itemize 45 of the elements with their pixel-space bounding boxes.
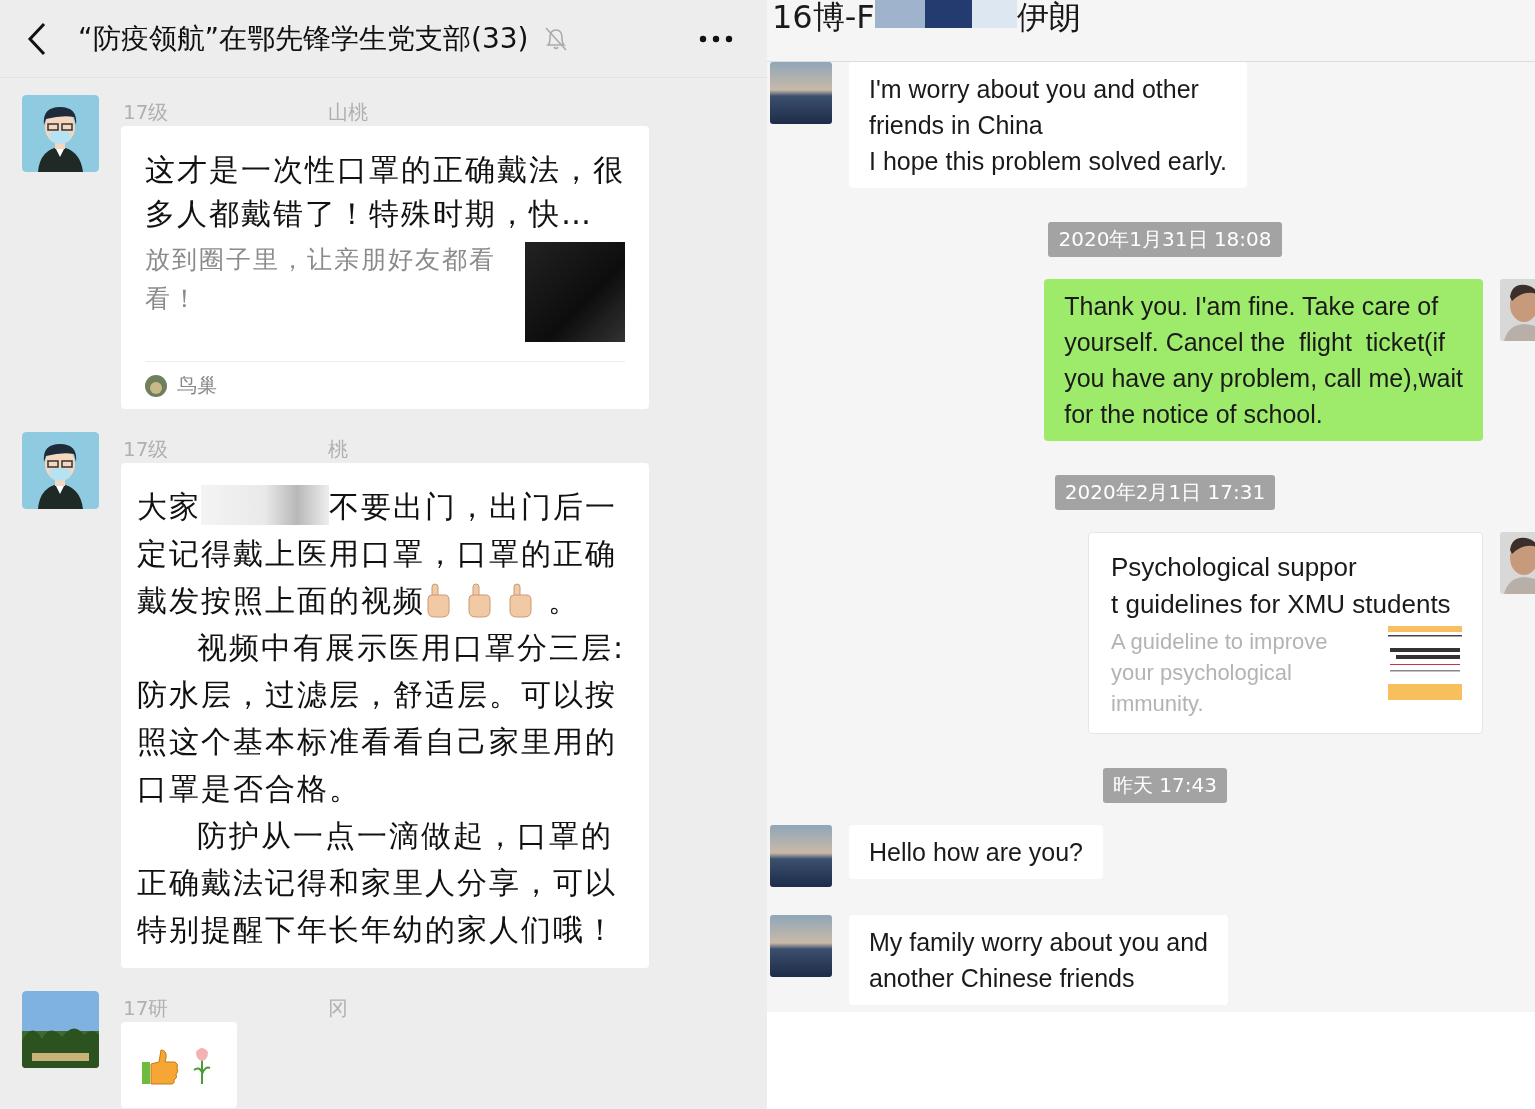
message-bubble: I'm worry about you and other friends in China I hope this problem solved early. [849,62,1248,188]
more-icon [699,34,733,43]
pointing-up-hand-icon [425,583,452,619]
message-bubble: Thank you. I'am fine. Take care of yourself. Cancel the flight ticket(if you have any problem, call me),wait for the notice of school. [1044,279,1483,441]
source-logo-icon [145,374,167,397]
avatar[interactable] [22,432,99,509]
message-text: 视频中有展示医用口罩分三层:防水层，过滤层，舒适层。可以按照这个基本标准看看自己家里用的口罩是否合格。 [137,629,627,808]
message-text: 。 [548,582,580,620]
link-card[interactable]: Psychological suppor t guidelines for XMU students A guideline to improve your psychological immunity. [1088,532,1483,734]
sender-name: 冈 [328,995,349,1022]
chat-title: “防疫领航”在鄂先锋学生党支部(33) [78,20,529,57]
message-text: 大家 [137,488,201,526]
card-title: 这才是一次性口罩的正确戴法，很多人都戴错了！特殊时期，快… [145,151,626,233]
message-bubble: Hello how are you? [849,825,1103,879]
message-text: 定记得戴上医用口罩，口罩的正确 [137,535,617,573]
avatar[interactable] [22,95,99,172]
timestamp: 2020年1月31日 18:08 [1048,222,1282,257]
sender-name: 17级 [123,99,169,126]
chat-title: 伊朗 [1016,0,1081,34]
message-text: 防护从一点一滴做起，口罩的正确戴法记得和家里人分享，可以特别提醒下年长年幼的家人们哦！ [137,817,618,949]
message-text: 戴发按照上面的视频 [137,582,425,620]
message-text: 不要出门，出门后一 [329,488,617,526]
sender-name: 17级 [123,436,169,463]
avatar-photo[interactable] [770,62,832,124]
more-button[interactable] [699,34,733,43]
timestamp: 2020年2月1日 17:31 [1054,475,1276,510]
card-description: 放到圈子里，让亲朋好友都看看！ [145,244,497,315]
sender-name: 桃 [328,436,349,463]
avatar-photo[interactable] [22,991,99,1068]
timestamp: 昨天 17:43 [1103,768,1227,803]
rose-icon [191,1046,213,1086]
source-name: 鸟巢 [177,372,217,399]
chat-title: 16博-F [772,0,875,34]
avatar-photo[interactable] [770,915,832,977]
sender-name: 17研 [123,995,169,1022]
card-description: A guideline to improve your psychological immunity. [1111,628,1328,718]
back-button[interactable] [26,20,48,57]
pointing-up-hand-icon [507,583,534,619]
thumbs-up-icon [141,1048,179,1086]
avatar-photo[interactable] [770,825,832,887]
message-bubble: My family worry about you and another Chinese friends [849,915,1229,1005]
link-card[interactable]: 这才是一次性口罩的正确戴法，很多人都戴错了！特殊时期，快… 放到圈子里，让亲朋好友都看看！ 鸟巢 [121,126,649,409]
card-title: Psychological suppor t guidelines for XMU students [1111,551,1452,621]
sender-name: 山桃 [328,99,369,126]
pointing-up-hand-icon [466,583,493,619]
